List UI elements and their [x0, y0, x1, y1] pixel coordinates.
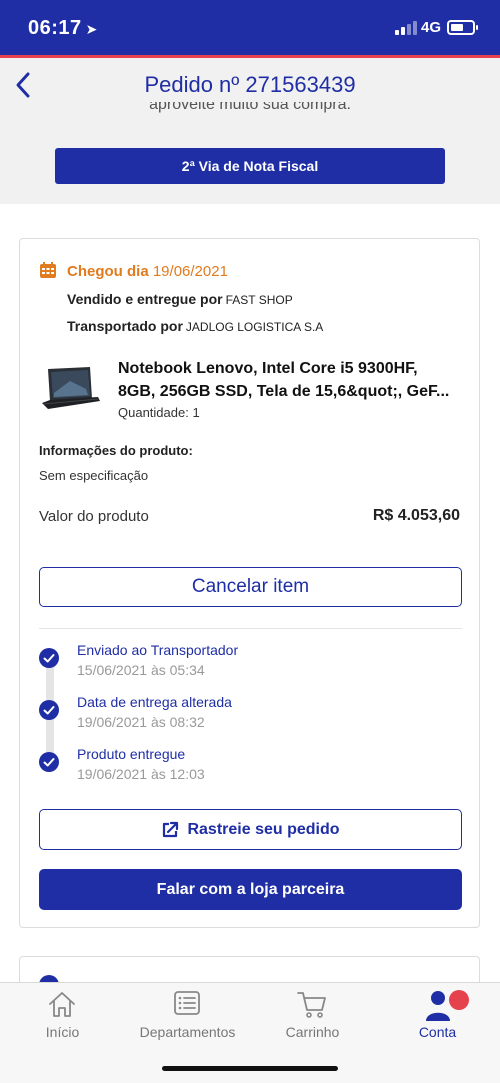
calendar-icon	[40, 262, 56, 278]
shipped-by-value: JADLOG LOGISTICA S.A	[185, 320, 324, 334]
status-time-text: 06:17	[28, 17, 82, 39]
product-info-value: Sem especificação	[39, 468, 149, 483]
tab-label: Início	[45, 1024, 80, 1040]
arrived-date: 19/06/2021	[152, 263, 228, 280]
divider	[39, 628, 462, 629]
product-name-line-2: 8GB, 256GB SSD, Tela de 15,6&quot;, GeF.…	[118, 383, 450, 400]
clipped-message-text: aproveite muito sua compra.	[149, 102, 351, 113]
arrived-date-line: Chegou dia 19/06/2021	[67, 263, 228, 280]
home-indicator	[162, 1066, 338, 1071]
sold-by-value: FAST SHOP	[225, 293, 293, 307]
status-bar: 06:17 ➤ 4G	[0, 0, 500, 58]
product-quantity: Quantidade: 1	[118, 405, 200, 420]
network-label: 4G	[421, 19, 442, 36]
track-order-label: Rastreie seu pedido	[187, 820, 340, 838]
product-info-label: Informações do produto:	[39, 443, 193, 458]
tab-label: Departamentos	[139, 1024, 236, 1040]
product-image[interactable]	[40, 363, 102, 415]
home-icon	[49, 992, 75, 1017]
external-link-icon	[163, 821, 179, 837]
check-circle-icon	[39, 700, 59, 720]
tab-departments[interactable]: Departamentos	[125, 983, 250, 1053]
account-icon	[426, 990, 469, 1021]
check-circle-icon	[39, 752, 59, 772]
sold-by-line: Vendido e entregue por FAST SHOP	[67, 291, 293, 307]
tab-account[interactable]: Conta	[375, 983, 500, 1053]
list-icon	[174, 991, 200, 1015]
step-date: 15/06/2021 às 05:34	[77, 662, 205, 678]
track-order-button[interactable]: Rastreie seu pedido	[39, 809, 462, 850]
tab-label: Conta	[418, 1024, 457, 1040]
clipped-message: aproveite muito sua compra.	[0, 102, 500, 116]
tab-home[interactable]: Início	[0, 983, 125, 1053]
status-time: 06:17 ➤	[28, 17, 98, 40]
order-card: Chegou dia 19/06/2021 Vendido e entregue…	[19, 238, 480, 928]
arrived-prefix: Chegou dia	[67, 263, 149, 280]
step-date: 19/06/2021 às 08:32	[77, 714, 205, 730]
tab-label: Carrinho	[285, 1024, 340, 1040]
page-title: Pedido nº 271563439	[144, 72, 356, 97]
shipped-by-line: Transportado por JADLOG LOGISTICA S.A	[67, 318, 323, 334]
step-date: 19/06/2021 às 12:03	[77, 766, 205, 782]
cart-icon	[297, 992, 326, 1018]
tab-cart[interactable]: Carrinho	[250, 983, 375, 1053]
cancel-item-button[interactable]: Cancelar item	[39, 567, 462, 607]
step-title: Data de entrega alterada	[77, 694, 232, 710]
battery-icon	[447, 20, 478, 35]
signal-icon	[395, 21, 417, 35]
check-circle-icon	[39, 648, 59, 668]
invoice-copy-button[interactable]: 2ª Via de Nota Fiscal	[55, 148, 445, 184]
price-value: R$ 4.053,60	[372, 507, 460, 524]
sold-by-label: Vendido e entregue por	[67, 291, 223, 307]
contact-store-button[interactable]: Falar com a loja parceira	[39, 869, 462, 910]
step-title: Produto entregue	[77, 746, 186, 762]
shipped-by-label: Transportado por	[67, 318, 183, 334]
step-title: Enviado ao Transportador	[77, 642, 239, 658]
product-name[interactable]: Notebook Lenovo, Intel Core i5 9300HF, 8…	[118, 357, 468, 403]
product-name-line-1: Notebook Lenovo, Intel Core i5 9300HF,	[118, 360, 418, 377]
location-arrow-icon: ➤	[85, 21, 98, 37]
price-label: Valor do produto	[39, 508, 149, 525]
